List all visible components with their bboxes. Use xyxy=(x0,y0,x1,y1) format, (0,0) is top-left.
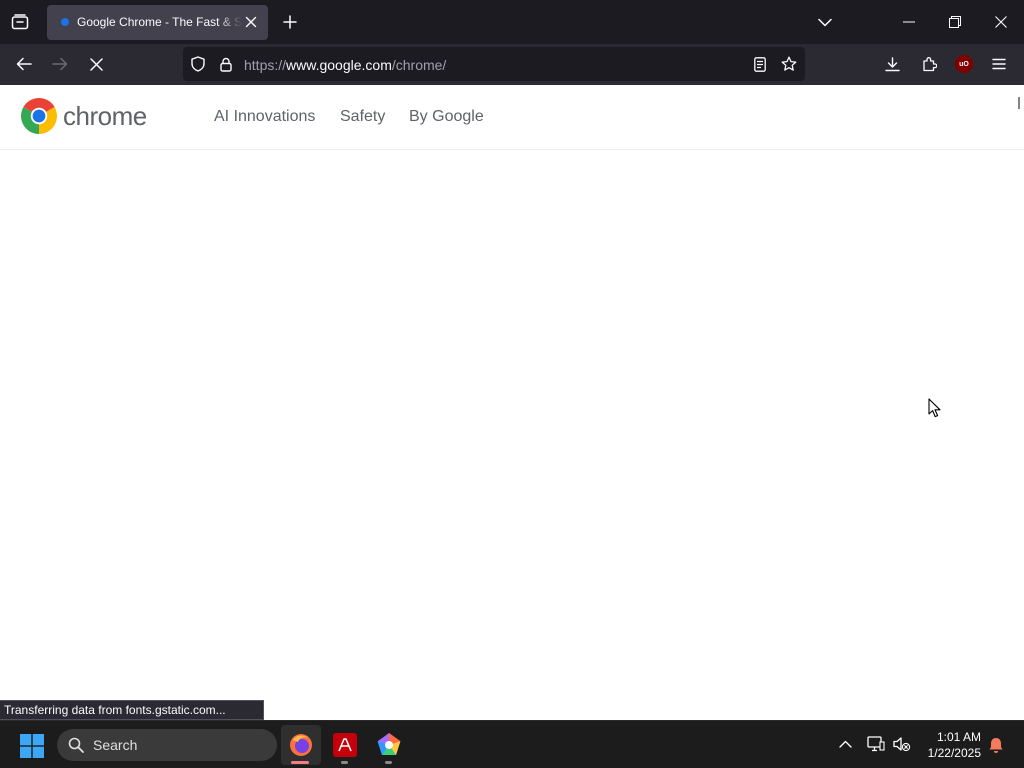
search-icon xyxy=(68,737,84,753)
navigation-toolbar: https://www.google.com/chrome/ uO xyxy=(0,44,1024,85)
restore-icon[interactable] xyxy=(943,12,967,32)
mouse-cursor-icon xyxy=(928,398,942,423)
url-host: www.google.com xyxy=(286,57,392,73)
shield-icon[interactable] xyxy=(189,55,207,73)
tab-strip: Google Chrome - The Fast & Secure Web Br… xyxy=(0,0,1024,44)
taskbar-search[interactable]: Search xyxy=(57,729,277,761)
download-icon[interactable] xyxy=(881,54,903,74)
firefox-icon xyxy=(289,733,313,757)
page-content: chrome AI Innovations Safety By Google xyxy=(0,85,1024,720)
close-icon[interactable] xyxy=(242,13,260,31)
plus-icon[interactable] xyxy=(280,12,300,32)
notification-bell-icon[interactable] xyxy=(986,735,1006,755)
screen: Google Chrome - The Fast & Secure Web Br… xyxy=(0,0,1024,768)
minimize-icon[interactable] xyxy=(897,12,921,32)
url-text[interactable]: https://www.google.com/chrome/ xyxy=(244,57,446,73)
extensions-puzzle-icon[interactable] xyxy=(918,54,940,74)
url-path: /chrome/ xyxy=(391,57,447,73)
clock-time[interactable]: 1:01 AM xyxy=(937,730,981,744)
nav-ai-innovations[interactable]: AI Innovations xyxy=(214,108,315,126)
close-window-icon[interactable] xyxy=(989,12,1013,32)
volume-muted-icon[interactable] xyxy=(892,735,912,753)
url-bar[interactable]: https://www.google.com/chrome/ xyxy=(183,47,805,81)
windows-start-icon[interactable] xyxy=(20,734,44,758)
nav-by-google[interactable]: By Google xyxy=(409,108,484,126)
adobe-acrobat-icon[interactable] xyxy=(333,733,357,757)
firefox-view-icon[interactable] xyxy=(8,11,32,33)
search-placeholder: Search xyxy=(93,737,138,753)
chevron-up-icon[interactable] xyxy=(836,735,854,753)
brand-wordmark[interactable]: chrome xyxy=(63,100,147,132)
active-app-indicator xyxy=(291,761,309,764)
reader-view-icon[interactable] xyxy=(751,55,769,73)
app-running-indicator xyxy=(385,761,392,764)
network-display-icon[interactable] xyxy=(866,735,886,753)
status-panel: Transferring data from fonts.gstatic.com… xyxy=(0,700,264,720)
clock-date[interactable]: 1/22/2025 xyxy=(928,746,981,760)
nav-safety[interactable]: Safety xyxy=(340,108,385,126)
bookmark-star-icon[interactable] xyxy=(780,55,798,73)
tab-active[interactable]: Google Chrome - The Fast & Secure Web Br… xyxy=(47,5,268,40)
lock-icon[interactable] xyxy=(217,55,235,73)
photo-app-icon[interactable] xyxy=(376,732,402,758)
loading-dot-icon xyxy=(61,18,69,26)
forward-arrow-icon[interactable] xyxy=(48,54,72,74)
site-header: chrome AI Innovations Safety By Google xyxy=(0,85,1024,150)
stop-loading-icon[interactable] xyxy=(84,54,108,74)
tab-title: Google Chrome - The Fast & Secure Web Br… xyxy=(77,15,242,29)
chrome-logo-icon[interactable] xyxy=(21,98,57,134)
url-scheme: https:// xyxy=(244,57,287,73)
menu-hamburger-icon[interactable] xyxy=(988,54,1010,74)
ublock-origin-icon[interactable]: uO xyxy=(955,55,973,73)
back-arrow-icon[interactable] xyxy=(12,54,36,74)
app-running-indicator xyxy=(341,761,348,764)
chevron-down-icon[interactable] xyxy=(815,12,835,32)
taskbar-app-firefox[interactable] xyxy=(281,725,321,765)
scrollbar-thumb[interactable] xyxy=(1018,97,1020,109)
taskbar: Search 1:01 AM 1/22/2025 xyxy=(0,720,1024,768)
